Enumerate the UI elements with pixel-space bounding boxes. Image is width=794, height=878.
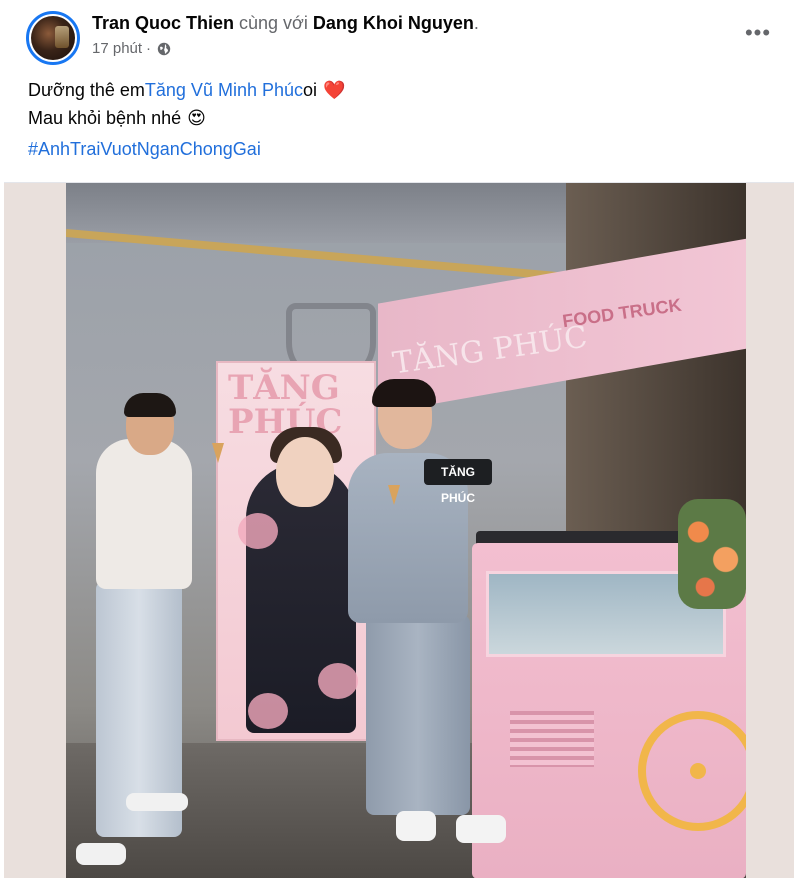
person1-hair [124, 393, 176, 417]
text-suffix: oi [303, 80, 318, 100]
post-text-line1: Dưỡng thê em Tăng Vũ Minh Phúc oi ❤️ [28, 76, 345, 104]
person1-shoe [126, 793, 188, 811]
banner-heart [248, 693, 288, 729]
hashtag-link[interactable]: #AnhTraiVuotNganChongGai [28, 139, 261, 160]
name-sign: TĂNG PHÚC [424, 459, 492, 505]
mention-link[interactable]: Tăng Vũ Minh Phúc [145, 76, 303, 104]
photo-container: TĂNG PHÚC TĂNG PHÚC FOOD TRUCK TĂNG PHÚC [4, 182, 794, 878]
more-options-button[interactable]: ••• [740, 18, 776, 48]
author-line: Tran Quoc Thien cùng với Dang Khoi Nguye… [92, 13, 479, 34]
truck-wheel [638, 711, 746, 831]
tagged-suffix: . [473, 13, 479, 33]
heart-eyes-emoji-icon: 😍 [187, 108, 206, 128]
text-prefix: Dưỡng thê em [28, 80, 145, 100]
post-header: Tran Quoc Thien cùng với Dang Khoi Nguye… [0, 0, 794, 74]
author-avatar[interactable] [26, 11, 80, 65]
post-meta: 17 phút · [92, 40, 171, 57]
person1-body [96, 439, 192, 589]
person2-legs [366, 615, 470, 815]
post-photo[interactable]: TĂNG PHÚC TĂNG PHÚC FOOD TRUCK TĂNG PHÚC [66, 183, 746, 878]
with-text: cùng với [234, 13, 313, 33]
person2-hair [372, 379, 436, 407]
person2-shoe [396, 811, 436, 841]
truck-vent [510, 711, 594, 767]
person2-shoe [456, 815, 506, 843]
post-body: Dưỡng thê em Tăng Vũ Minh Phúc oi ❤️ Mau… [28, 76, 345, 132]
author-name-link[interactable]: Tran Quoc Thien [92, 13, 234, 33]
post-text-line2: Mau khỏi bệnh nhé 😍 [28, 104, 345, 132]
tagged-name-link[interactable]: Dang Khoi Nguyen [313, 13, 474, 33]
heart-emoji-icon: ❤️ [323, 80, 346, 100]
banner-face [276, 437, 334, 507]
banner-heart [238, 513, 278, 549]
banner-heart [318, 663, 358, 699]
person1-shoe [76, 843, 126, 865]
meta-separator: · [146, 40, 152, 57]
globe-icon[interactable] [157, 42, 171, 56]
text-line2: Mau khỏi bệnh nhé [28, 108, 182, 128]
flower-bouquet [678, 499, 746, 609]
post-time-link[interactable]: 17 phút [92, 40, 142, 57]
avatar-image [31, 16, 75, 60]
